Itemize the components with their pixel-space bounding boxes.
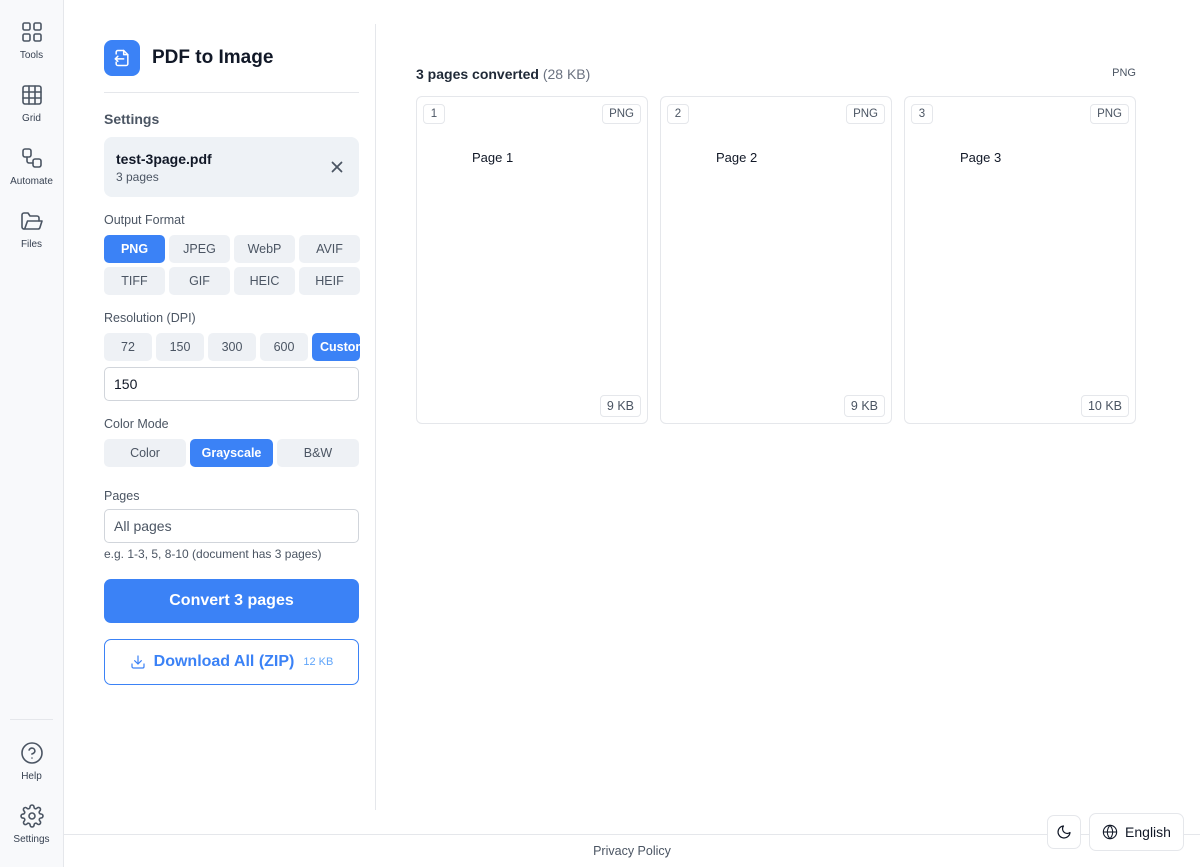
language-selector[interactable]: English: [1089, 813, 1184, 851]
rail-item-label: Files: [20, 239, 43, 250]
footer: Privacy Policy: [64, 834, 1200, 867]
rail-item-label: Help: [21, 771, 42, 782]
page-format-badge: PNG: [846, 104, 885, 124]
folder-open-icon: [20, 212, 43, 230]
panel-header: PDF to Image: [104, 40, 359, 93]
rail-divider: [10, 719, 53, 720]
page-size-badge: 9 KB: [843, 395, 885, 417]
page-size-badge: 9 KB: [599, 395, 641, 417]
rail-item-grid[interactable]: Grid: [0, 83, 63, 124]
theme-toggle-button[interactable]: [1047, 815, 1081, 849]
format-option-png[interactable]: PNG: [104, 235, 165, 263]
page-preview-text: Page 1: [472, 150, 514, 165]
rail-item-settings[interactable]: Settings: [0, 804, 63, 845]
tool-logo: [104, 40, 140, 76]
results-count: 3 pages converted: [416, 66, 539, 82]
results-format: PNG: [1112, 67, 1136, 79]
download-zip-button[interactable]: Download All (ZIP) 12 KB: [104, 639, 359, 685]
rail-item-help[interactable]: Help: [0, 741, 63, 782]
dpi-option-custom[interactable]: Custom: [312, 333, 360, 361]
page-preview-list: 1 PNG Page 1 9 KB 2 PNG Page 2 9 KB 3 PN…: [416, 96, 1136, 424]
settings-panel: PDF to Image Settings test-3page.pdf 3 p…: [64, 24, 376, 810]
convert-button[interactable]: Convert 3 pages: [104, 579, 359, 623]
dpi-option-300[interactable]: 300: [208, 333, 256, 361]
dpi-option-72[interactable]: 72: [104, 333, 152, 361]
page-preview-card[interactable]: 3 PNG Page 3 10 KB: [904, 96, 1136, 424]
format-option-tiff[interactable]: TIFF: [104, 267, 165, 295]
format-option-webp[interactable]: WebP: [234, 235, 295, 263]
rail-item-files[interactable]: Files: [0, 209, 63, 250]
page-format-badge: PNG: [602, 104, 641, 124]
privacy-policy-link[interactable]: Privacy Policy: [64, 844, 1200, 858]
download-icon: [131, 655, 145, 669]
rail-item-automate[interactable]: Automate: [0, 146, 63, 187]
pages-hint: e.g. 1-3, 5, 8-10 (document has 3 pages): [104, 547, 322, 561]
file-export-icon: [114, 49, 129, 67]
format-option-heif[interactable]: HEIF: [299, 267, 360, 295]
results-summary: 3 pages converted (28 KB): [416, 66, 590, 82]
page-title: PDF to Image: [152, 47, 274, 68]
color-mode-color[interactable]: Color: [104, 439, 186, 467]
pages-label: Pages: [104, 489, 140, 503]
page-number-badge: 1: [423, 104, 445, 124]
download-size: 12 KB: [303, 656, 334, 668]
resolution-label: Resolution (DPI): [104, 311, 196, 325]
file-page-count: 3 pages: [116, 170, 159, 184]
grid-2x2-icon: [21, 22, 42, 42]
dpi-option-150[interactable]: 150: [156, 333, 204, 361]
globe-icon: [1102, 824, 1118, 840]
page-format-badge: PNG: [1090, 104, 1129, 124]
page-preview-text: Page 3: [960, 150, 1002, 165]
color-mode-label: Color Mode: [104, 417, 169, 431]
dpi-option-600[interactable]: 600: [260, 333, 308, 361]
moon-icon: [1057, 825, 1071, 839]
page-number-badge: 2: [667, 104, 689, 124]
rail-item-label: Settings: [13, 834, 50, 845]
close-icon: [331, 161, 343, 173]
page-preview-card[interactable]: 2 PNG Page 2 9 KB: [660, 96, 892, 424]
resolution-selector: 72 150 300 600 Custom: [104, 333, 360, 361]
page-preview-text: Page 2: [716, 150, 758, 165]
pages-range-input[interactable]: [104, 509, 359, 543]
workflow-icon: [21, 148, 42, 168]
output-format-selector: PNG JPEG WebP AVIF TIFF GIF HEIC HEIF: [104, 235, 360, 295]
page-number-badge: 3: [911, 104, 933, 124]
help-circle-icon: [20, 742, 43, 764]
remove-file-button[interactable]: [329, 159, 345, 175]
format-option-avif[interactable]: AVIF: [299, 235, 360, 263]
format-option-gif[interactable]: GIF: [169, 267, 230, 295]
rail-item-label: Automate: [10, 176, 53, 187]
selected-file-card: test-3page.pdf 3 pages: [104, 137, 359, 197]
rail-item-tools[interactable]: Tools: [0, 20, 63, 61]
format-option-heic[interactable]: HEIC: [234, 267, 295, 295]
language-label: English: [1125, 824, 1171, 840]
output-format-label: Output Format: [104, 213, 185, 227]
rail-item-label: Grid: [22, 113, 41, 124]
color-mode-selector: Color Grayscale B&W: [104, 439, 359, 467]
left-rail: Tools Grid Automate Files Help Settings: [0, 0, 64, 867]
results-total-size: (28 KB): [542, 66, 591, 82]
page-preview-card[interactable]: 1 PNG Page 1 9 KB: [416, 96, 648, 424]
color-mode-grayscale[interactable]: Grayscale: [190, 439, 273, 467]
file-name: test-3page.pdf: [116, 151, 212, 167]
page-size-badge: 10 KB: [1080, 395, 1129, 417]
color-mode-bw[interactable]: B&W: [277, 439, 359, 467]
rail-item-label: Tools: [19, 50, 44, 61]
settings-heading: Settings: [104, 111, 160, 127]
table-grid-icon: [21, 85, 42, 105]
custom-dpi-input[interactable]: [104, 367, 359, 401]
download-label: Download All (ZIP): [153, 653, 295, 670]
gear-icon: [19, 804, 44, 828]
format-option-jpeg[interactable]: JPEG: [169, 235, 230, 263]
